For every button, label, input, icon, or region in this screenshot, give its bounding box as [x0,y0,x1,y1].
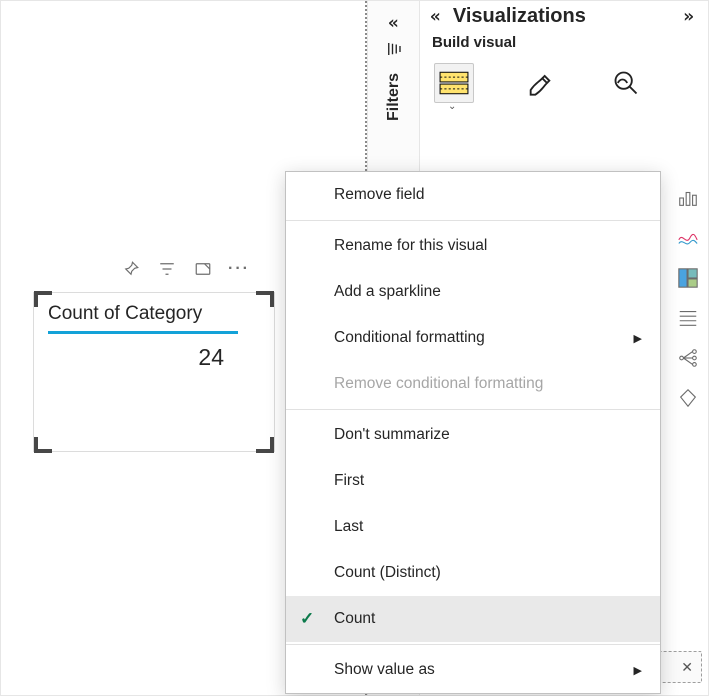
card-value: 24 [34,334,274,371]
viz-pane-title: Visualizations [453,5,677,28]
menu-conditional-formatting[interactable]: Conditional formatting▶ [286,315,660,361]
card-visual[interactable]: Count of Category 24 [33,292,275,452]
viz-type-gallery-partial [668,187,708,477]
menu-first[interactable]: First [286,458,660,504]
expand-viz-icon[interactable]: » [677,6,700,27]
menu-rename-for-visual[interactable]: Rename for this visual [286,223,660,269]
filters-pane-label: Filters [385,73,403,121]
expand-filters-icon[interactable]: » [382,13,405,34]
filter-pane-icon [385,40,403,61]
viz-type-icon-diamond[interactable] [677,387,699,409]
pin-icon[interactable] [121,259,141,279]
focus-mode-icon[interactable] [193,259,213,279]
filter-icon[interactable] [157,259,177,279]
more-options-icon[interactable]: ··· [229,259,249,279]
chevron-down-icon: ⌄ [448,101,708,112]
build-visual-label: Build visual [420,34,708,51]
check-icon: ✓ [300,609,314,629]
tab-format-visual[interactable] [520,63,560,103]
tab-build-visual[interactable] [434,63,474,103]
close-icon[interactable]: ✕ [681,659,693,676]
menu-remove-conditional-formatting: Remove conditional formatting [286,361,660,407]
menu-show-value-as[interactable]: Show value as▶ [286,647,660,693]
viz-type-icon-wave[interactable] [677,227,699,249]
tab-analytics[interactable] [606,63,646,103]
menu-remove-field[interactable]: Remove field [286,172,660,218]
chevron-right-icon: ▶ [634,332,642,345]
collapse-viz-icon[interactable]: « [424,6,447,27]
viz-type-icon-list[interactable] [677,307,699,329]
field-context-menu: Remove field Rename for this visual Add … [285,171,661,694]
card-title: Count of Category [34,293,274,331]
menu-count[interactable]: ✓Count [286,596,660,642]
chevron-right-icon: ▶ [634,664,642,677]
visual-header-toolbar: ··· [121,259,249,279]
viz-type-icon-treemap[interactable] [677,267,699,289]
menu-last[interactable]: Last [286,504,660,550]
viz-type-icon-bars[interactable] [677,187,699,209]
menu-dont-summarize[interactable]: Don't summarize [286,412,660,458]
viz-type-icon-decomp[interactable] [677,347,699,369]
menu-add-sparkline[interactable]: Add a sparkline [286,269,660,315]
menu-count-distinct[interactable]: Count (Distinct) [286,550,660,596]
viz-mode-tabs [420,51,708,103]
